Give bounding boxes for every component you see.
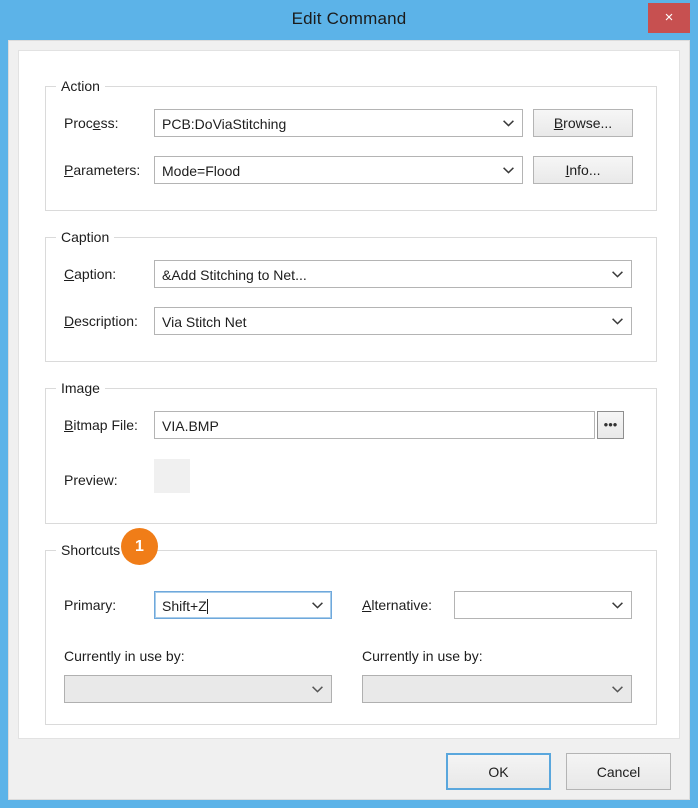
group-shortcuts-title: Shortcuts xyxy=(56,542,125,558)
group-shortcuts: Shortcuts Primary: Shift+Z Alternative: xyxy=(45,550,657,725)
primary-shortcut-combobox[interactable]: Shift+Z xyxy=(154,591,332,619)
group-caption: Caption Caption: &Add Stitching to Net..… xyxy=(45,237,657,362)
chevron-down-icon xyxy=(312,602,323,609)
dialog-content-panel: Action Process: PCB:DoViaStitching Brows… xyxy=(18,50,680,739)
group-action: Action Process: PCB:DoViaStitching Brows… xyxy=(45,86,657,211)
window-title: Edit Command xyxy=(0,9,698,29)
bitmap-browse-button[interactable]: ••• xyxy=(597,411,624,439)
title-bar: Edit Command × xyxy=(0,0,698,40)
browse-button[interactable]: Browse... xyxy=(533,109,633,137)
parameters-value: Mode=Flood xyxy=(162,162,240,180)
primary-label: Primary: xyxy=(64,597,116,613)
chevron-down-icon xyxy=(612,318,623,325)
caption-label: Caption: xyxy=(64,266,116,282)
caption-combobox[interactable]: &Add Stitching to Net... xyxy=(154,260,632,288)
bitmap-file-label: Bitmap File: xyxy=(64,417,138,433)
alternative-shortcut-combobox[interactable] xyxy=(454,591,632,619)
description-value: Via Stitch Net xyxy=(162,313,247,331)
close-icon[interactable]: × xyxy=(648,3,690,33)
chevron-down-icon xyxy=(503,120,514,127)
process-dropdown-arrow[interactable] xyxy=(496,110,522,136)
group-image-title: Image xyxy=(56,380,105,396)
in-use-by-label-right: Currently in use by: xyxy=(362,648,483,664)
text-caret xyxy=(207,599,208,614)
parameters-dropdown-arrow[interactable] xyxy=(496,157,522,183)
process-combobox[interactable]: PCB:DoViaStitching xyxy=(154,109,523,137)
in-use-by-right-dropdown-arrow[interactable] xyxy=(605,676,631,702)
bitmap-file-value: VIA.BMP xyxy=(162,417,219,435)
chevron-down-icon xyxy=(312,686,323,693)
preview-label: Preview: xyxy=(64,472,118,488)
parameters-combobox[interactable]: Mode=Flood xyxy=(154,156,523,184)
bitmap-file-input[interactable]: VIA.BMP xyxy=(154,411,595,439)
in-use-by-left-dropdown-arrow[interactable] xyxy=(305,676,331,702)
group-caption-title: Caption xyxy=(56,229,114,245)
description-combobox[interactable]: Via Stitch Net xyxy=(154,307,632,335)
in-use-by-combobox-right[interactable] xyxy=(362,675,632,703)
preview-swatch xyxy=(154,459,190,493)
alternative-label: Alternative: xyxy=(362,597,432,613)
chevron-down-icon xyxy=(612,686,623,693)
dialog-body: Action Process: PCB:DoViaStitching Brows… xyxy=(8,40,690,800)
primary-dropdown-arrow[interactable] xyxy=(305,592,331,618)
annotation-badge-1: 1 xyxy=(121,528,158,565)
description-dropdown-arrow[interactable] xyxy=(605,308,631,334)
description-label: Description: xyxy=(64,313,138,329)
edit-command-dialog-window: Edit Command × Action Process: PCB:DoVia… xyxy=(0,0,698,808)
group-action-title: Action xyxy=(56,78,105,94)
chevron-down-icon xyxy=(503,167,514,174)
in-use-by-combobox-left[interactable] xyxy=(64,675,332,703)
in-use-by-label-left: Currently in use by: xyxy=(64,648,185,664)
process-label: Process: xyxy=(64,115,118,131)
chevron-down-icon xyxy=(612,602,623,609)
dialog-footer: OK Cancel xyxy=(9,741,691,801)
chevron-down-icon xyxy=(612,271,623,278)
parameters-label: Parameters: xyxy=(64,162,140,178)
caption-dropdown-arrow[interactable] xyxy=(605,261,631,287)
group-image: Image Bitmap File: VIA.BMP ••• Preview: xyxy=(45,388,657,524)
primary-shortcut-value: Shift+Z xyxy=(162,597,208,615)
alternative-dropdown-arrow[interactable] xyxy=(605,592,631,618)
ok-button[interactable]: OK xyxy=(446,753,551,790)
process-value: PCB:DoViaStitching xyxy=(162,115,286,133)
info-button[interactable]: Info... xyxy=(533,156,633,184)
caption-value: &Add Stitching to Net... xyxy=(162,266,307,284)
cancel-button[interactable]: Cancel xyxy=(566,753,671,790)
